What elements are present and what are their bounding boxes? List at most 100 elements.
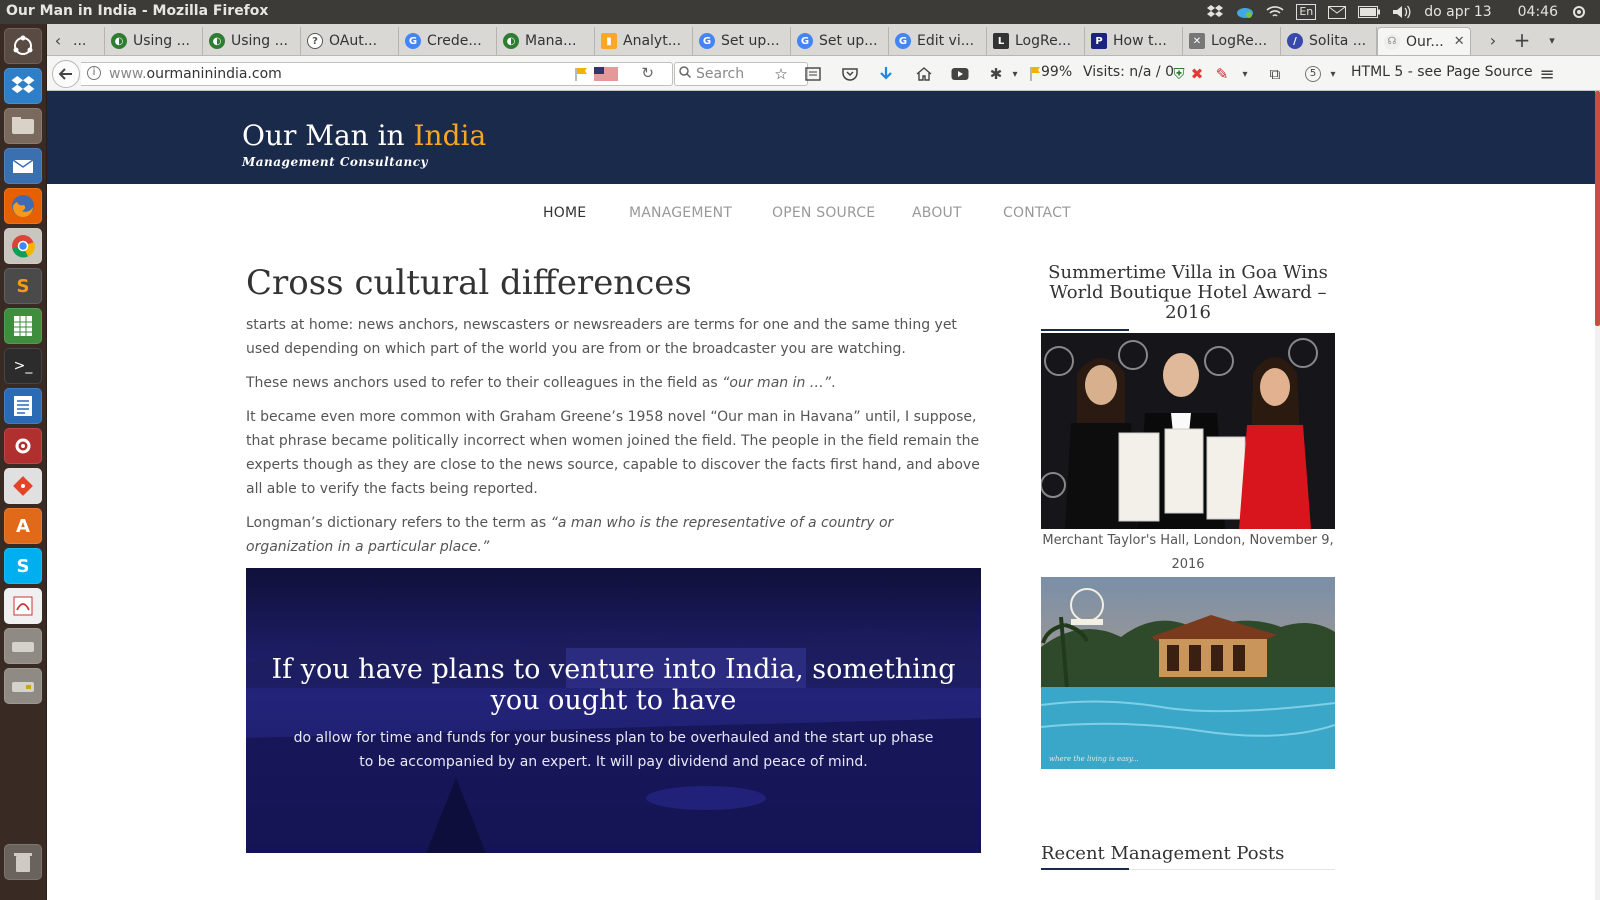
browser-tab[interactable]: ? OAut... [301,27,399,55]
git-icon[interactable] [4,468,42,504]
download-icon[interactable] [876,64,896,84]
browser-tab[interactable]: P How t... [1085,27,1183,55]
browser-tab[interactable]: ◐ Using ... [105,27,203,55]
block-icon[interactable]: ✖ [1187,64,1207,84]
software-center-icon[interactable]: A [4,508,42,544]
files-icon[interactable] [4,108,42,144]
chevron-down-icon[interactable]: ▾ [1235,64,1255,84]
usb-drive-icon[interactable] [4,668,42,704]
skype-icon[interactable]: S [4,548,42,584]
extension-icon[interactable]: ✱ [986,64,1006,84]
mail-icon[interactable] [1328,3,1347,21]
tab-favicon-icon: ☊ [1384,33,1400,50]
html5-validator-label[interactable]: HTML 5 - see Page Source [1351,64,1533,80]
keyboard-layout-indicator[interactable]: En [1296,4,1317,20]
url-bar[interactable]: i www.ourmaninindia.com ↻ [81,62,673,86]
nav-contact[interactable]: CONTACT [1003,205,1071,221]
hero-text: do allow for time and funds for your bus… [293,730,934,770]
paragraph-text: Longman’s dictionary refers to the term … [246,515,551,531]
brush-icon[interactable]: ✎ [1212,64,1232,84]
terminal-icon[interactable]: >_ [4,348,42,384]
thunderbird-icon[interactable] [4,148,42,184]
pdf-viewer-icon[interactable] [4,588,42,624]
ubuntu-dash-icon[interactable] [4,28,42,64]
perl-favicon-icon: P [1091,33,1107,49]
scrollbar-thumb[interactable] [1595,91,1600,326]
chrome-icon[interactable] [4,228,42,264]
chevron-down-icon[interactable]: ▾ [1323,64,1343,84]
visits-counter[interactable]: Visits: n/a / 0 [1083,64,1174,80]
browser-tab[interactable]: G Crede... [399,27,497,55]
firefox-icon[interactable] [4,188,42,224]
award-ceremony-photo[interactable] [1041,333,1335,529]
volume-icon[interactable] [1392,3,1412,21]
tab-label: Analyt... [623,33,682,49]
tab-label: Crede... [427,33,482,49]
screenshot-icon[interactable]: ⧉ [1265,64,1285,84]
analytics-favicon-icon: ▮ [601,33,617,49]
browser-tab[interactable]: ... [67,27,105,55]
clock[interactable]: 04:46 [1518,4,1558,20]
shield-icon[interactable]: ⛨ [1169,64,1189,84]
battery-icon[interactable] [1358,3,1381,21]
back-button[interactable] [52,60,80,88]
zoom-indicator[interactable]: 99% [1041,64,1072,80]
site-info-icon[interactable]: i [87,66,101,80]
post-paragraph-2: These news anchors used to refer to thei… [246,371,981,395]
system-top-panel: Our Man in India - Mozilla Firefox En do… [0,0,1600,24]
tab-label: LogRe... [1211,33,1268,49]
nav-about[interactable]: ABOUT [912,205,962,221]
browser-tab[interactable]: / Solita ... [1281,27,1377,55]
tab-favicon-icon: ? [307,33,323,49]
reload-icon[interactable]: ↻ [641,64,654,82]
browser-tab[interactable]: ◐ Mana... [497,27,595,55]
browser-tab[interactable]: L LogRe... [987,27,1085,55]
dropbox-launcher-icon[interactable] [4,68,42,104]
site-title-main: Our Man in [242,119,414,152]
nav-open-source[interactable]: OPEN SOURCE [772,205,875,221]
nav-management[interactable]: MANAGEMENT [629,205,732,221]
browser-tab-active[interactable]: ☊ Our... ✕ [1377,27,1471,55]
spreadsheet-icon[interactable] [4,308,42,344]
badge-counter[interactable]: 5 [1303,64,1323,84]
site-title-accent: India [413,119,487,152]
widget-title[interactable]: Summertime Villa in Goa Wins World Bouti… [1041,263,1335,323]
trash-icon[interactable] [4,844,42,880]
cloud-sync-icon[interactable] [1236,3,1254,21]
dropbox-icon[interactable] [1206,3,1224,21]
settings-tools-icon[interactable] [4,428,42,464]
power-gear-icon[interactable] [1570,3,1588,21]
youtube-icon[interactable] [950,64,970,84]
pocket-icon[interactable] [840,64,860,84]
browser-tab[interactable]: ▮ Analyt... [595,27,693,55]
close-tab-icon[interactable]: ✕ [1454,34,1465,49]
date-display[interactable]: do apr 13 [1424,4,1491,20]
tab-scroll-left-icon[interactable]: ‹ [49,28,67,52]
browser-tab[interactable]: ✕ LogRe... [1183,27,1281,55]
browser-tab[interactable]: ◐ Using ... [203,27,301,55]
new-tab-icon[interactable]: + [1511,28,1533,52]
tab-label: Set up... [721,33,780,49]
flag-icon[interactable] [574,67,590,81]
url-text[interactable]: www.ourmaninindia.com [109,66,282,82]
bookmark-star-icon[interactable]: ☆ [771,64,791,84]
chevron-down-icon[interactable]: ▾ [1005,64,1025,84]
nav-home[interactable]: HOME [543,205,586,221]
browser-nav-bar: i www.ourmaninindia.com ↻ Search ☆ ✱ ▾ 9… [47,56,1600,91]
tab-list-chevron-icon[interactable]: ▾ [1543,28,1561,52]
hamburger-menu-icon[interactable]: ≡ [1537,64,1557,85]
writer-icon[interactable] [4,388,42,424]
browser-tab[interactable]: G Set up... [693,27,791,55]
site-title[interactable]: Our Man in India [242,119,486,152]
tab-label: Set up... [819,33,878,49]
reading-list-icon[interactable] [803,64,823,84]
wifi-icon[interactable] [1266,3,1284,21]
tab-scroll-right-icon[interactable]: › [1483,28,1503,52]
browser-tab[interactable]: G Edit vi... [889,27,987,55]
villa-resort-photo[interactable]: where the living is easy... [1041,577,1335,769]
browser-tab[interactable]: G Set up... [791,27,889,55]
sublime-text-icon[interactable]: S [4,268,42,304]
drive-icon[interactable] [4,628,42,664]
home-icon[interactable] [914,64,934,84]
us-flag-icon[interactable] [594,67,618,81]
